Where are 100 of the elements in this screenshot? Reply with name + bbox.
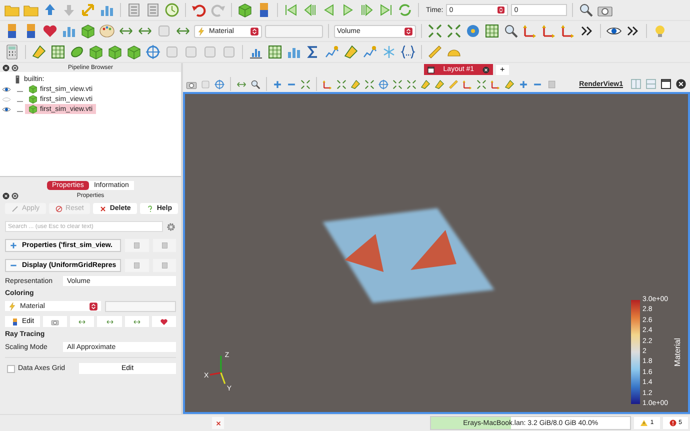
expand-arrows-icon[interactable] xyxy=(427,23,443,39)
close-icon xyxy=(214,420,222,426)
color-tool-button[interactable] xyxy=(97,316,122,327)
expand-arrows-icon[interactable] xyxy=(446,23,462,39)
close-icon[interactable] xyxy=(2,64,10,72)
close-icon xyxy=(98,204,107,212)
axis-arrows-icon[interactable] xyxy=(462,78,473,90)
expand-arrows-icon[interactable] xyxy=(300,78,311,90)
target-icon[interactable] xyxy=(145,44,161,60)
server-icon[interactable] xyxy=(126,2,142,18)
copy-icon xyxy=(160,241,169,250)
cube-icon[interactable] xyxy=(126,44,142,60)
target-icon[interactable] xyxy=(214,78,225,90)
heart-icon[interactable] xyxy=(42,23,58,39)
paste-button[interactable] xyxy=(152,239,176,252)
axis-arrows-icon[interactable] xyxy=(322,78,333,90)
line-plot-icon[interactable] xyxy=(324,44,340,60)
loop-icon[interactable] xyxy=(397,2,413,18)
cube-icon xyxy=(28,84,38,94)
warning-icon xyxy=(640,419,648,427)
search-icon[interactable] xyxy=(503,23,519,39)
disk-icon[interactable] xyxy=(69,44,85,60)
cube-icon xyxy=(28,104,38,114)
clip-plane-icon[interactable] xyxy=(31,44,47,60)
axis-arrows-icon[interactable] xyxy=(522,23,538,39)
plus-icon[interactable] xyxy=(272,78,283,90)
axis-arrows-icon[interactable] xyxy=(541,23,557,39)
clip-plane-icon[interactable] xyxy=(504,78,515,90)
server-icon[interactable] xyxy=(145,2,161,18)
eye-icon[interactable] xyxy=(2,84,11,94)
dropdown-arrows-icon[interactable] xyxy=(404,26,413,36)
expand-arrows-icon[interactable] xyxy=(392,78,403,90)
expand-arrows-icon[interactable] xyxy=(364,78,375,90)
paste-button[interactable] xyxy=(152,259,176,272)
double-arrow-icon xyxy=(132,318,141,326)
cube-icon[interactable] xyxy=(88,44,104,60)
clip-plane-icon[interactable] xyxy=(434,78,445,90)
expand-arrows-icon[interactable] xyxy=(476,78,487,90)
copy-button[interactable] xyxy=(125,239,148,252)
up-arrow-icon[interactable] xyxy=(42,2,58,18)
ruler-icon[interactable] xyxy=(448,78,459,90)
braces-icon[interactable] xyxy=(400,44,416,60)
checkbox[interactable] xyxy=(7,364,15,372)
clip-plane-icon[interactable] xyxy=(420,78,431,90)
dropdown-arrows-icon xyxy=(89,302,98,310)
add-tab-button[interactable]: + xyxy=(496,64,509,74)
undo-icon[interactable] xyxy=(191,2,207,18)
color-tool-button[interactable] xyxy=(43,316,68,327)
help-icon xyxy=(146,204,154,212)
copy-button[interactable] xyxy=(125,259,148,272)
dropdown-arrows-icon[interactable] xyxy=(497,6,506,14)
close-icon[interactable] xyxy=(675,78,687,90)
grid-icon[interactable] xyxy=(484,23,500,39)
grid-icon[interactable] xyxy=(50,44,66,60)
expand-arrows-icon[interactable] xyxy=(336,78,347,90)
calculator-icon[interactable] xyxy=(4,44,20,60)
ruler-icon[interactable] xyxy=(427,44,443,60)
dropdown-arrows-icon[interactable] xyxy=(250,26,259,36)
axis-arrows-icon[interactable] xyxy=(490,78,501,90)
grid-icon[interactable] xyxy=(267,44,283,60)
undock-icon[interactable] xyxy=(11,192,19,200)
clip-plane-icon[interactable] xyxy=(350,78,361,90)
close-icon xyxy=(482,66,490,74)
undock-icon[interactable] xyxy=(11,64,19,72)
copy-icon xyxy=(132,261,142,270)
close-icon[interactable] xyxy=(2,192,10,200)
cube-icon[interactable] xyxy=(237,2,253,18)
cube-icon[interactable] xyxy=(107,44,123,60)
search-icon[interactable] xyxy=(578,2,594,18)
axis-arrows-icon[interactable] xyxy=(560,23,576,39)
previous-frame-icon[interactable] xyxy=(302,2,318,18)
copy-icon xyxy=(132,241,142,250)
settings-icon[interactable] xyxy=(166,222,176,232)
color-tool-button[interactable] xyxy=(152,316,176,327)
palette-icon[interactable] xyxy=(99,23,115,39)
expand-arrows-icon[interactable] xyxy=(406,78,417,90)
legend-title: Material xyxy=(673,338,682,366)
copy-icon[interactable] xyxy=(546,78,557,90)
clock-icon[interactable] xyxy=(164,2,180,18)
color-tool-button[interactable] xyxy=(70,316,94,327)
diagonal-arrows-icon[interactable] xyxy=(80,2,96,18)
cube-icon[interactable] xyxy=(80,23,96,39)
sphere-icon[interactable] xyxy=(465,23,481,39)
error-icon xyxy=(668,419,677,427)
server-icon xyxy=(13,74,22,84)
last-frame-icon[interactable] xyxy=(378,2,394,18)
color-tool-button[interactable] xyxy=(124,316,149,327)
maximize-icon xyxy=(427,66,436,74)
clip-plane-icon[interactable] xyxy=(343,44,359,60)
maximize-icon[interactable] xyxy=(660,78,672,90)
first-frame-icon[interactable] xyxy=(283,2,299,18)
line-plot-icon[interactable] xyxy=(362,44,378,60)
camera-icon xyxy=(51,318,60,326)
target-icon[interactable] xyxy=(378,78,389,90)
close-button[interactable] xyxy=(212,417,224,429)
plus-icon[interactable] xyxy=(518,78,529,90)
next-frame-icon[interactable] xyxy=(359,2,375,18)
eye-icon[interactable] xyxy=(2,104,11,114)
search-icon[interactable] xyxy=(250,78,261,90)
lightning-icon xyxy=(197,26,206,36)
